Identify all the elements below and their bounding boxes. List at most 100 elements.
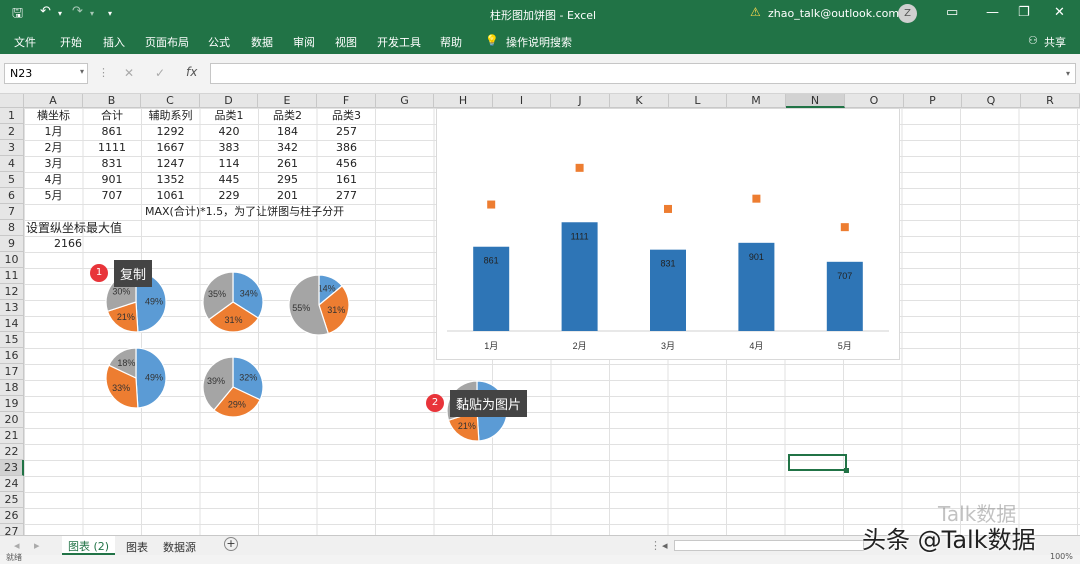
fill-handle[interactable] [844,468,849,473]
tab-developer[interactable]: 开发工具 [377,34,421,50]
column-header-h[interactable]: H [434,94,493,108]
column-header-e[interactable]: E [258,94,317,108]
marker-1[interactable] [487,200,496,209]
column-header-k[interactable]: K [610,94,669,108]
table-header-cell[interactable]: 品类1 [200,108,258,124]
table-cell[interactable]: 1247 [141,156,200,172]
undo-dropdown-icon[interactable]: ▾ [58,9,62,18]
table-cell[interactable]: 342 [258,140,317,156]
account-email[interactable]: zhao_talk@outlook.com [768,7,899,20]
table-cell[interactable]: 261 [258,156,317,172]
note-b9[interactable]: 2166 [54,236,82,252]
row-header-19[interactable]: 19 [0,396,24,412]
row-header-10[interactable]: 10 [0,252,24,268]
row-header-3[interactable]: 3 [0,140,24,156]
row-header-20[interactable]: 20 [0,412,24,428]
formula-input[interactable] [210,63,1076,84]
lightbulb-icon[interactable]: 💡 [485,34,499,47]
row-header-1[interactable]: 1 [0,108,24,124]
horizontal-scrollbar[interactable] [674,540,864,551]
column-header-b[interactable]: B [83,94,141,108]
person-icon[interactable]: ⚇ [1028,34,1038,47]
pie-chart-2[interactable]: 34% 31% 35% [202,269,264,335]
table-cell[interactable]: 4月 [24,172,83,188]
column-header-d[interactable]: D [200,94,258,108]
table-cell[interactable]: 861 [83,124,141,140]
row-header-25[interactable]: 25 [0,492,24,508]
row-header-17[interactable]: 17 [0,364,24,380]
tab-insert[interactable]: 插入 [103,34,125,50]
column-header-r[interactable]: R [1021,94,1080,108]
name-box[interactable]: N23 ▾ [4,63,88,84]
tell-me-search[interactable]: 操作说明搜索 [506,34,572,50]
table-cell[interactable]: 456 [317,156,376,172]
row-header-23[interactable]: 23 [0,460,24,476]
column-chart[interactable]: 861 1月 1111 2月 831 3月 901 4月 707 5月 [436,108,900,360]
table-cell[interactable]: 420 [200,124,258,140]
save-icon[interactable]: 🖫 [12,4,23,26]
cancel-icon[interactable]: ✕ [124,66,134,80]
table-cell[interactable]: 1292 [141,124,200,140]
prev-sheet-icon[interactable]: ◂ [14,539,20,552]
column-header-m[interactable]: M [727,94,786,108]
column-header-f[interactable]: F [317,94,376,108]
pie-chart-3[interactable]: 14% 31% 55% [288,272,350,338]
restore-icon[interactable]: ❐ [1018,5,1030,20]
table-header-cell[interactable]: 辅助系列 [141,108,200,124]
warning-icon[interactable]: ⚠ [750,5,761,19]
table-cell[interactable]: 831 [83,156,141,172]
row-header-6[interactable]: 6 [0,188,24,204]
select-all-corner[interactable] [0,94,24,108]
table-cell[interactable]: 1352 [141,172,200,188]
tab-help[interactable]: 帮助 [440,34,462,50]
table-cell[interactable]: 201 [258,188,317,204]
row-header-13[interactable]: 13 [0,300,24,316]
row-header-2[interactable]: 2 [0,124,24,140]
next-sheet-icon[interactable]: ▸ [34,539,40,552]
redo-dropdown-icon[interactable]: ▾ [90,9,94,18]
row-header-11[interactable]: 11 [0,268,24,284]
table-cell[interactable]: 295 [258,172,317,188]
table-cell[interactable]: 277 [317,188,376,204]
note-c7[interactable]: MAX(合计)*1.5，为了让饼图与柱子分开 [145,204,344,220]
table-cell[interactable]: 707 [83,188,141,204]
scroll-left-icon[interactable]: ◂ [662,539,668,552]
marker-2[interactable] [575,163,584,172]
table-cell[interactable]: 184 [258,124,317,140]
row-header-12[interactable]: 12 [0,284,24,300]
expand-formula-icon[interactable]: ▾ [1066,69,1070,78]
column-header-j[interactable]: J [551,94,610,108]
tab-page-layout[interactable]: 页面布局 [145,34,189,50]
ribbon-display-icon[interactable]: ▭ [946,5,958,20]
sheet-tab-chart[interactable]: 图表 [126,539,148,555]
table-cell[interactable]: 383 [200,140,258,156]
zoom-level[interactable]: 100% [1050,552,1073,561]
minimize-icon[interactable]: — [986,5,999,20]
customize-qat-icon[interactable]: ▾ [108,9,112,18]
table-cell[interactable]: 1061 [141,188,200,204]
note-a8[interactable]: 设置纵坐标最大值 [26,220,122,236]
tab-home[interactable]: 开始 [60,34,82,50]
table-cell[interactable]: 1111 [83,140,141,156]
sheet-tab-chart2[interactable]: 图表 (2) [62,536,116,555]
table-header-cell[interactable]: 横坐标 [24,108,83,124]
table-cell[interactable]: 5月 [24,188,83,204]
share-button[interactable]: 共享 [1044,34,1066,50]
table-header-cell[interactable]: 合计 [83,108,141,124]
row-header-9[interactable]: 9 [0,236,24,252]
column-header-q[interactable]: Q [962,94,1021,108]
table-cell[interactable]: 445 [200,172,258,188]
row-header-5[interactable]: 5 [0,172,24,188]
row-header-26[interactable]: 26 [0,508,24,524]
row-header-22[interactable]: 22 [0,444,24,460]
column-header-i[interactable]: I [493,94,551,108]
table-header-cell[interactable]: 品类3 [317,108,376,124]
tab-file[interactable]: 文件 [14,34,36,50]
avatar[interactable]: Z [898,4,917,23]
column-header-a[interactable]: A [24,94,83,108]
column-header-n[interactable]: N [786,94,845,108]
column-header-c[interactable]: C [141,94,200,108]
table-cell[interactable]: 161 [317,172,376,188]
tab-view[interactable]: 视图 [335,34,357,50]
enter-icon[interactable]: ✓ [155,66,165,80]
